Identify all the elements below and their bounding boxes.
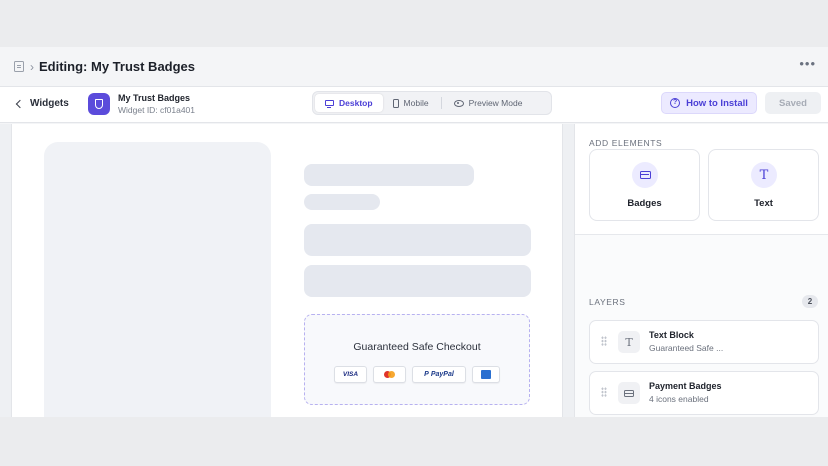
mobile-view-tab[interactable]: Mobile [383,94,439,112]
add-elements-section: ADD ELEMENTS Badges T Text [575,124,828,235]
back-to-widgets-link[interactable]: Widgets [15,98,69,109]
credit-card-icon [624,389,634,397]
segment-divider [440,97,442,109]
payment-badges-row: VISA P PayPal [305,366,529,383]
text-icon: T [759,167,769,183]
button-placeholder [304,224,531,256]
layer-subtitle: Guaranteed Safe ... [649,343,724,353]
visa-badge: VISA [334,366,367,383]
text-element-label: Text [754,198,773,209]
layer-item-payment-badges[interactable]: Payment Badges 4 icons enabled [589,371,819,415]
widget-name: My Trust Badges [118,93,191,103]
help-circle-icon: ? [670,98,681,108]
editor-canvas: Guaranteed Safe Checkout VISA P PayPal [0,124,574,417]
more-options-button[interactable]: ••• [799,57,816,70]
add-elements-heading: ADD ELEMENTS [589,138,663,148]
widget-preview: Guaranteed Safe Checkout VISA P PayPal [11,124,563,417]
drag-handle-icon[interactable] [601,336,607,346]
text-icon: T [625,335,633,349]
eye-icon [453,99,464,107]
page-title: Editing: My Trust Badges [39,59,196,74]
layers-count-badge: 2 [802,295,818,308]
mastercard-circle-yellow [388,371,395,378]
monitor-icon [325,100,334,109]
editor-window: › Editing: My Trust Badges ••• Widgets M… [0,47,828,417]
text-element-icon-wrap: T [751,162,777,188]
widget-avatar [88,93,110,115]
properties-panel: ADD ELEMENTS Badges T Text LAYERS 2 T Te… [574,124,828,417]
desktop-view-label: Desktop [339,98,373,108]
install-button-label: How to Install [686,97,748,109]
add-badges-button[interactable]: Badges [589,149,700,221]
chevron-left-icon [15,99,25,108]
add-text-button[interactable]: T Text [708,149,819,221]
mastercard-badge [373,366,406,383]
layer-subtitle: 4 icons enabled [649,394,709,404]
shield-icon [95,99,103,109]
view-mode-switcher: Desktop Mobile Preview Mode [312,91,552,115]
how-to-install-button[interactable]: ? How to Install [661,92,757,114]
layer-title: Text Block [649,330,694,340]
product-image-placeholder [44,142,271,417]
paypal-label: PayPal [430,371,454,378]
layers-heading: LAYERS [589,297,626,307]
layer-title: Payment Badges [649,381,722,391]
layer-item-text-block[interactable]: T Text Block Guaranteed Safe ... [589,320,819,364]
paypal-badge: P PayPal [412,366,466,383]
preview-mode-tab[interactable]: Preview Mode [444,94,533,112]
paypal-icon: P [424,371,429,378]
layer-icon-wrap: T [618,331,640,353]
phone-icon [392,98,399,108]
amex-icon [481,370,491,379]
mobile-view-label: Mobile [403,98,429,108]
saved-button[interactable]: Saved [765,92,821,114]
button-placeholder [304,265,531,297]
price-placeholder [304,194,380,210]
trust-badges-title: Guaranteed Safe Checkout [353,341,481,353]
editor-toolbar: Widgets My Trust Badges Widget ID: cf01a… [0,87,828,123]
badges-element-label: Badges [627,198,662,209]
title-placeholder [304,164,474,186]
amex-badge [472,366,500,383]
trust-badges-widget[interactable]: Guaranteed Safe Checkout VISA P PayPal [304,314,530,405]
desktop-view-tab[interactable]: Desktop [315,94,383,112]
layer-icon-wrap [618,382,640,404]
credit-card-icon [639,171,651,179]
back-link-label: Widgets [30,98,69,109]
widget-id: Widget ID: cf01a401 [118,105,196,115]
document-icon [14,61,24,72]
title-bar: › Editing: My Trust Badges ••• [0,47,828,87]
breadcrumb-separator: › [30,59,34,74]
badges-element-icon-wrap [632,162,658,188]
drag-handle-icon[interactable] [601,387,607,397]
preview-mode-label: Preview Mode [468,98,523,108]
